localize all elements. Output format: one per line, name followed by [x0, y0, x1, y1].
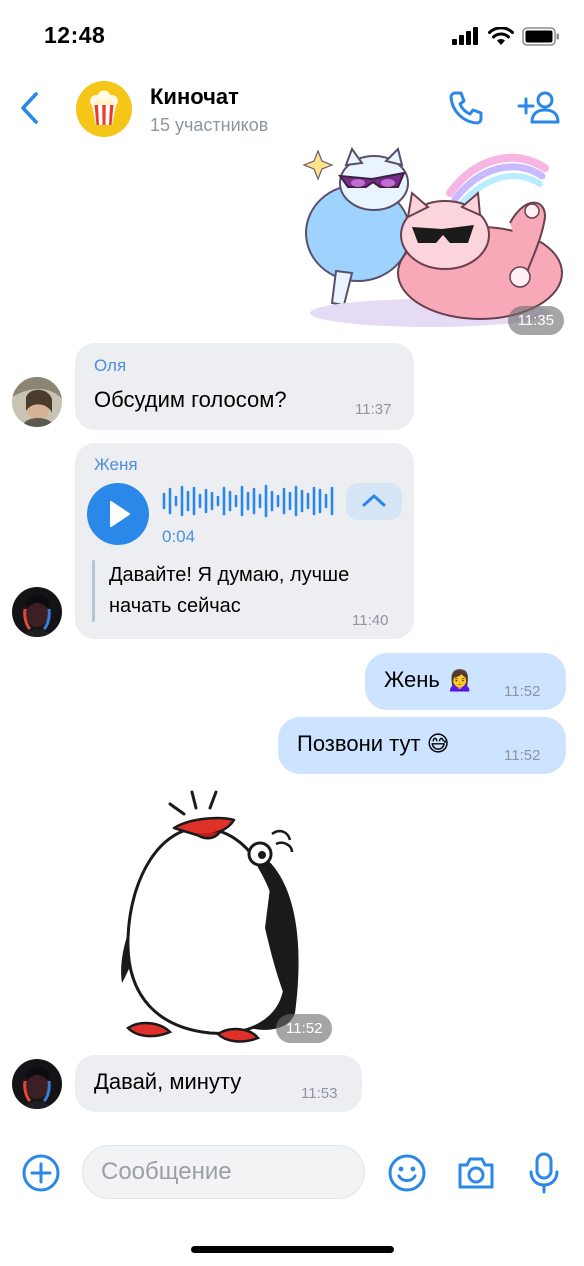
plus-icon — [22, 1154, 60, 1192]
status-time: 12:48 — [44, 22, 106, 48]
add-user-icon — [517, 91, 560, 124]
call-button[interactable] — [446, 88, 486, 128]
transcript-quote-bar — [92, 560, 95, 622]
avatar-zhenya[interactable] — [12, 1059, 62, 1109]
voice-message-bubble[interactable]: Женя 0:04 Давайте! Я думаю, лучше начать… — [75, 443, 414, 639]
message-text: Обсудим голосом? — [94, 387, 287, 412]
smile-icon — [388, 1154, 426, 1192]
message-time: 11:52 — [504, 747, 541, 764]
sticker-time: 11:52 — [276, 1014, 333, 1043]
phone-icon — [449, 91, 483, 125]
sticker-message-cats[interactable]: 11:35 — [300, 143, 568, 335]
message-text: Давай, минуту — [94, 1069, 242, 1094]
transcript-line-1: Давайте! Я думаю, лучше — [109, 564, 350, 586]
status-icons — [452, 26, 560, 46]
chevron-up-icon — [362, 494, 386, 507]
message-time: 11:52 — [504, 683, 541, 700]
olya-avatar-photo — [12, 377, 62, 427]
sender-name[interactable]: Оля — [94, 356, 126, 376]
message-bubble-olya[interactable]: Оля Обсудим голосом? 11:37 — [75, 343, 414, 430]
back-button[interactable] — [14, 88, 48, 128]
message-input-container[interactable] — [82, 1145, 365, 1199]
message-time: 11:53 — [301, 1085, 338, 1102]
message-text: Жень 🙍‍♀️ — [384, 667, 474, 692]
chat-avatar[interactable] — [76, 81, 132, 137]
attach-button[interactable] — [21, 1153, 61, 1193]
emoji-button[interactable] — [387, 1153, 427, 1193]
penguin-sticker-image — [121, 790, 299, 1043]
play-icon — [110, 501, 130, 527]
home-indicator[interactable] — [191, 1246, 394, 1253]
transcript-line-2: начать сейчас — [109, 595, 241, 617]
wifi-icon — [488, 26, 514, 45]
chat-title[interactable]: Киночат — [150, 84, 239, 110]
zhenya-avatar-photo — [12, 587, 62, 637]
voice-duration: 0:04 — [162, 527, 196, 546]
collapse-transcript-button[interactable] — [346, 483, 402, 520]
sender-name[interactable]: Женя — [94, 455, 138, 475]
message-text: Позвони тут 😅 — [297, 731, 450, 756]
message-time: 11:37 — [355, 401, 392, 418]
avatar-olya[interactable] — [12, 377, 62, 427]
avatar-zhenya[interactable] — [12, 587, 62, 637]
camera-button[interactable] — [455, 1153, 497, 1193]
chat-members-count[interactable]: 15 участников — [150, 115, 268, 136]
add-member-button[interactable] — [515, 88, 563, 128]
voice-waveform[interactable] — [162, 484, 336, 518]
signal-icon — [452, 27, 478, 45]
camera-icon — [458, 1157, 494, 1189]
popcorn-icon — [90, 90, 118, 125]
play-button[interactable] — [87, 483, 149, 545]
zhenya-avatar-photo — [12, 1059, 62, 1109]
microphone-icon — [529, 1152, 559, 1194]
message-time: 11:40 — [352, 612, 389, 629]
message-bubble-in[interactable]: Давай, минуту 11:53 — [75, 1055, 362, 1112]
message-bubble-out[interactable]: Позвони тут 😅 11:52 — [278, 717, 566, 774]
back-chevron-icon — [21, 92, 38, 124]
battery-icon — [522, 26, 559, 46]
message-bubble-out[interactable]: Жень 🙍‍♀️ 11:52 — [365, 653, 566, 710]
voice-record-button[interactable] — [525, 1150, 563, 1196]
sticker-time: 11:35 — [507, 306, 564, 335]
sticker-message-penguin[interactable]: 11:52 — [100, 788, 340, 1048]
message-input[interactable] — [83, 1146, 364, 1198]
